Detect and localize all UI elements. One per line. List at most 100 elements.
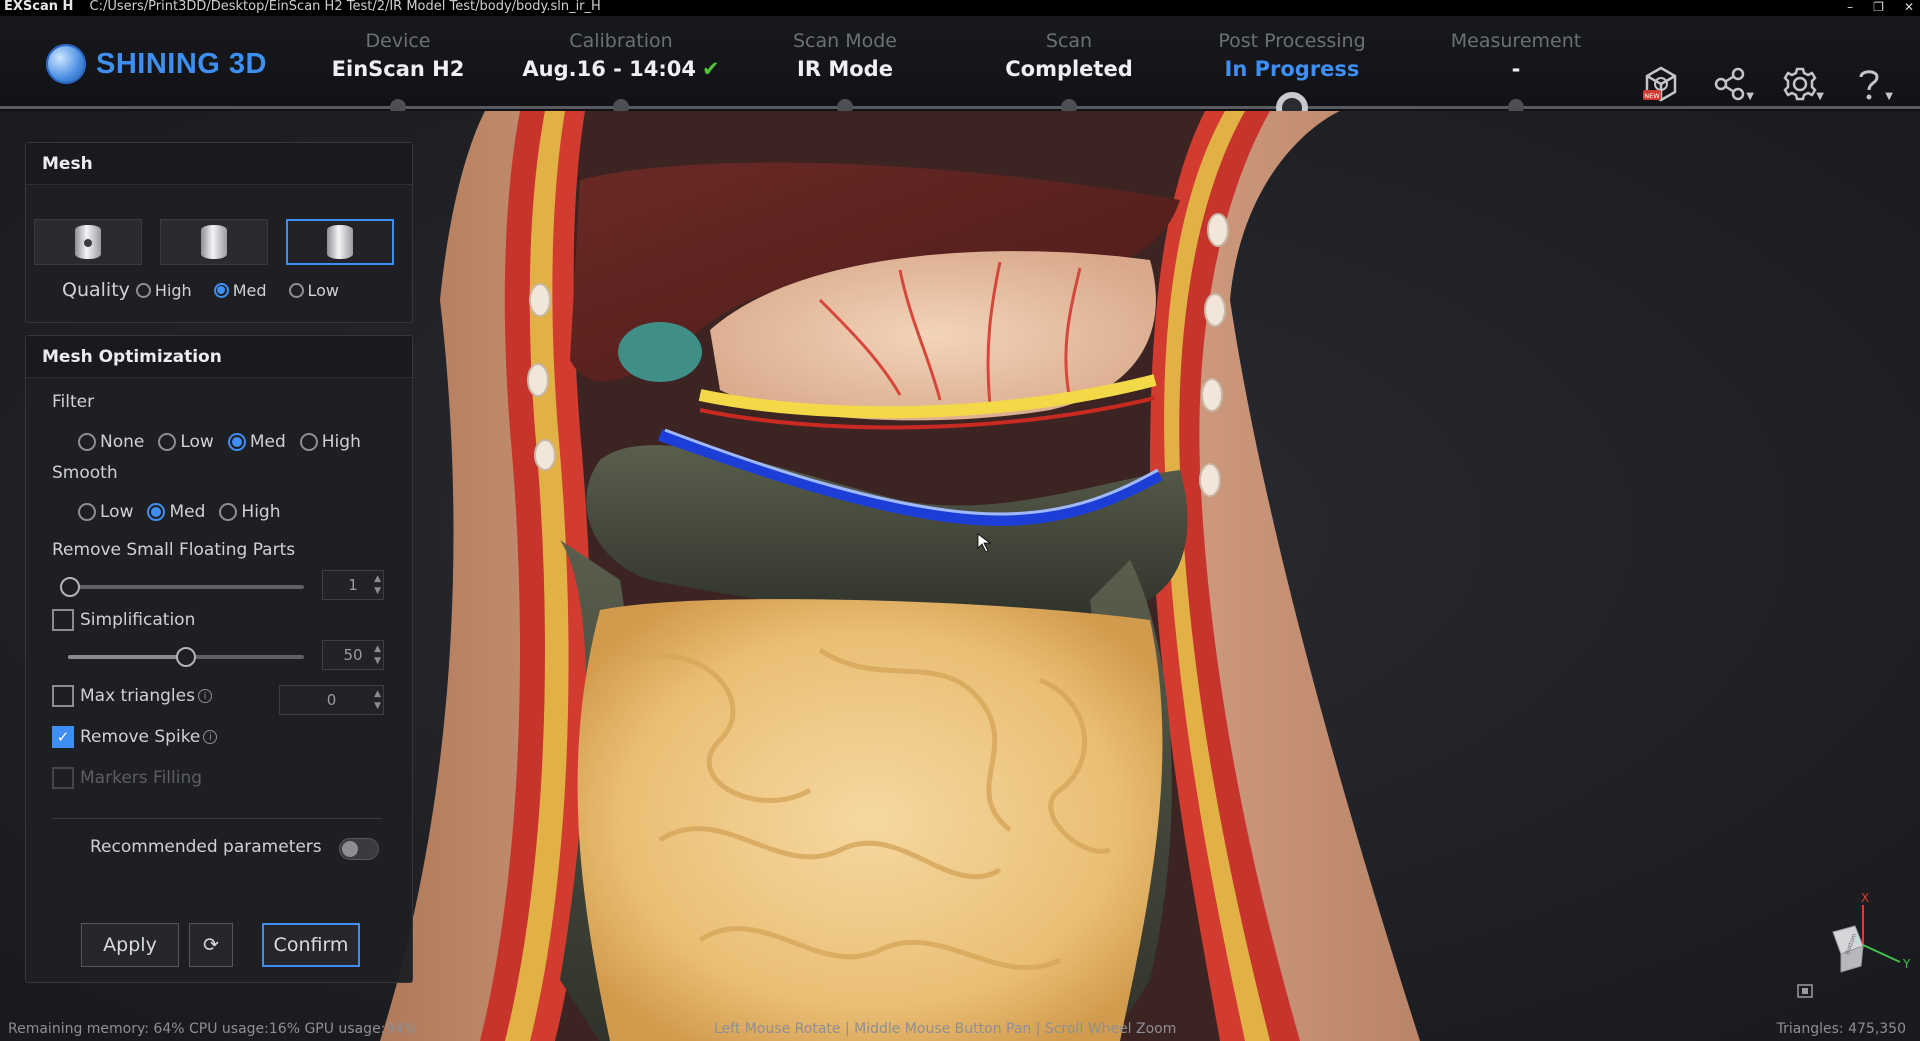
step-calibration[interactable]: Calibration Aug.16 - 14:04 ✔	[506, 30, 736, 81]
filter-radio-low[interactable]: Low	[158, 432, 214, 452]
radio-circle	[78, 503, 96, 521]
remove-spike-row: ✓ Remove Spike i	[52, 726, 218, 748]
spin-arrows-icon[interactable]: ▲ ▼	[374, 688, 381, 712]
smooth-radio-med[interactable]: Med	[147, 502, 205, 522]
smooth-radio-high[interactable]: High	[219, 502, 280, 522]
minimize-button[interactable]: –	[1847, 0, 1853, 14]
check-icon: ✔	[702, 57, 720, 81]
apply-button[interactable]: Apply	[81, 923, 179, 967]
step-measurement[interactable]: Measurement -	[1401, 30, 1631, 81]
radio-circle	[288, 282, 304, 298]
axis-y-label: Y	[1902, 957, 1911, 971]
filter-radio-med[interactable]: Med	[227, 432, 286, 452]
filter-label: Filter	[52, 392, 95, 412]
remove-small-floating-input[interactable]: 1 ▲ ▼	[322, 570, 384, 600]
filter-radio-high[interactable]: High	[299, 432, 361, 452]
step-value: EinScan H2	[331, 57, 465, 81]
radio-label: Low	[100, 502, 134, 522]
spin-value: 0	[326, 691, 337, 709]
quality-label: Quality	[62, 279, 130, 301]
app-name: EXScan H	[4, 0, 74, 14]
info-icon[interactable]: i	[197, 689, 212, 703]
restore-button[interactable]: ❐	[1873, 0, 1884, 14]
new-badge: NEW	[1644, 92, 1660, 100]
logo: SHINING 3D	[46, 44, 267, 84]
fit-view-icon[interactable]	[1795, 982, 1815, 1000]
step-label: Device	[365, 30, 431, 52]
logo-icon	[46, 44, 86, 84]
remove-small-floating-slider[interactable]	[60, 577, 304, 597]
spin-arrows-icon[interactable]: ▲ ▼	[374, 643, 381, 667]
simplification-label: Simplification	[80, 610, 196, 630]
step-post-processing[interactable]: Post Processing In Progress	[1177, 30, 1407, 81]
mesh-panel: Mesh Quality High Med Low	[25, 142, 413, 323]
radio-circle	[213, 282, 229, 298]
chevron-down-icon: ▼	[1746, 91, 1754, 102]
share-icon[interactable]: ▼	[1708, 62, 1754, 106]
workflow-track	[0, 106, 1920, 109]
quality-radio-high[interactable]: High	[135, 281, 192, 300]
remove-spike-label: Remove Spike	[80, 727, 201, 747]
quality-high-button[interactable]	[34, 219, 142, 265]
cylinder-icon	[201, 225, 227, 259]
mesh-optimization-panel: Mesh Optimization Filter None Low Med Hi…	[25, 335, 413, 983]
remove-small-floating-label: Remove Small Floating Parts	[52, 540, 296, 560]
radio-circle	[78, 433, 96, 451]
axis-gizmo[interactable]: X Y Bottom	[1797, 890, 1915, 1000]
filter-radio-none[interactable]: None	[78, 432, 144, 452]
markers-filling-label: Markers Filling	[80, 768, 203, 788]
settings-icon[interactable]: ▼	[1778, 62, 1824, 106]
file-path: C:/Users/Print3DD/Desktop/EinScan H2 Tes…	[89, 0, 601, 14]
triangle-count-status: Triangles: 475,350	[1776, 1021, 1906, 1037]
recommended-parameters-label: Recommended parameters	[90, 837, 322, 857]
radio-circle	[299, 433, 318, 451]
axis-x-label: X	[1861, 891, 1869, 905]
smooth-radio-low[interactable]: Low	[78, 502, 133, 522]
reset-icon[interactable]: ⟳	[189, 923, 233, 967]
step-value: In Progress	[1224, 57, 1360, 81]
slider-handle[interactable]	[176, 647, 196, 667]
radio-circle	[158, 433, 177, 451]
mesh-panel-title: Mesh	[26, 143, 412, 185]
spin-arrows-icon[interactable]: ▲ ▼	[374, 573, 381, 597]
radio-circle	[147, 503, 166, 521]
quality-radio-low[interactable]: Low	[288, 281, 339, 300]
radio-label: Med	[169, 502, 206, 522]
step-label: Measurement	[1450, 30, 1582, 52]
max-triangles-checkbox[interactable]	[52, 685, 74, 707]
radio-circle	[227, 433, 246, 451]
close-button[interactable]: ✕	[1904, 0, 1914, 14]
step-value: Aug.16 - 14:04 ✔	[506, 57, 736, 81]
markers-filling-checkbox	[52, 767, 74, 789]
quality-row: Quality High Med Low	[62, 279, 353, 301]
spin-value: 1	[348, 576, 358, 594]
slider-handle[interactable]	[60, 577, 80, 597]
system-usage-status: Remaining memory: 64% CPU usage:16% GPU …	[8, 1021, 417, 1037]
calibration-date: Aug.16 - 14:04	[522, 57, 696, 81]
step-value: Completed	[1005, 57, 1133, 81]
filter-options: None Low Med High	[78, 432, 375, 452]
recommended-parameters-toggle[interactable]	[339, 838, 379, 860]
help-icon[interactable]: ▼	[1847, 62, 1893, 106]
step-device[interactable]: Device EinScan H2	[283, 30, 513, 81]
radio-circle	[219, 503, 238, 521]
cylinder-dotted-icon	[75, 225, 101, 259]
simplification-slider[interactable]	[68, 647, 304, 667]
quality-radio-med[interactable]: Med	[213, 281, 267, 300]
confirm-button[interactable]: Confirm	[262, 923, 360, 967]
step-scan-mode[interactable]: Scan Mode IR Mode	[730, 30, 960, 81]
step-value: IR Mode	[797, 57, 893, 81]
max-triangles-input[interactable]: 0 ▲ ▼	[279, 685, 384, 715]
simplification-input[interactable]: 50 ▲ ▼	[322, 640, 384, 670]
3d-model-new-icon[interactable]: NEW	[1639, 62, 1683, 106]
info-icon[interactable]: i	[203, 730, 218, 744]
smooth-options: Low Med High	[78, 502, 294, 522]
quality-low-button[interactable]	[286, 219, 394, 265]
quality-med-button[interactable]	[160, 219, 268, 265]
simplification-checkbox[interactable]	[52, 609, 74, 631]
step-label: Scan Mode	[793, 30, 897, 52]
step-scan[interactable]: Scan Completed	[954, 30, 1184, 81]
radio-circle	[135, 282, 151, 298]
remove-spike-checkbox[interactable]: ✓	[52, 726, 74, 748]
mouse-hint-status: Left Mouse Rotate | Middle Mouse Button …	[714, 1021, 1177, 1037]
